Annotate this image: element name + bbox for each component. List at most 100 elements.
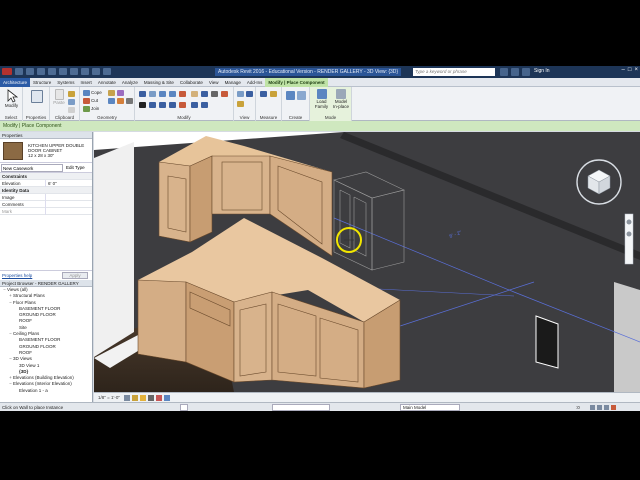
identity-data-section[interactable]: Identity Data — [0, 187, 92, 194]
instance-filter-select[interactable]: New Casework — [1, 164, 63, 172]
tab-add-ins[interactable]: Add-Ins — [244, 78, 266, 87]
shadows-icon[interactable] — [148, 395, 154, 401]
elevation-input[interactable]: 6' 0" — [45, 180, 57, 187]
detail-level-icon[interactable] — [124, 395, 130, 401]
visual-style-icon[interactable] — [132, 395, 138, 401]
user-icon[interactable] — [522, 68, 530, 76]
split-face-icon[interactable] — [108, 98, 115, 104]
select-links-icon[interactable] — [590, 405, 595, 410]
open-icon[interactable] — [15, 68, 23, 75]
close-icon[interactable]: × — [634, 67, 638, 73]
split-icon[interactable] — [179, 91, 186, 97]
hide-icon[interactable] — [237, 91, 244, 97]
tab-massing-site[interactable]: Massing & Site — [141, 78, 177, 87]
tab-structure[interactable]: Structure — [30, 78, 54, 87]
tab-manage[interactable]: Manage — [222, 78, 244, 87]
maximize-icon[interactable]: □ — [628, 67, 632, 73]
cut-clip-icon[interactable] — [68, 91, 75, 97]
tab-annotate[interactable]: Annotate — [95, 78, 119, 87]
3d-view-icon[interactable] — [92, 68, 100, 75]
3d-viewport[interactable]: 8' - 2" — [94, 132, 640, 392]
comments-row[interactable]: Comments — [0, 201, 92, 208]
search-input[interactable]: Type a keyword or phrase — [413, 68, 495, 76]
trim-extend-icon[interactable] — [191, 102, 198, 108]
model-inplace-button[interactable]: Model In-place — [332, 89, 350, 109]
copy-icon[interactable] — [68, 99, 75, 105]
type-selector[interactable]: KITCHEN UPPER DOUBLE DOOR CABINET 12 x 2… — [0, 139, 92, 163]
cut-label[interactable]: Cut — [91, 98, 98, 103]
edit-icon[interactable] — [126, 98, 133, 104]
tab-systems[interactable]: Systems — [54, 78, 77, 87]
extend-icon[interactable] — [201, 102, 208, 108]
cope-icon[interactable] — [83, 90, 90, 96]
mirror-draw-icon[interactable] — [169, 91, 176, 97]
offset-icon[interactable] — [149, 91, 156, 97]
linework-icon[interactable] — [237, 101, 244, 107]
tab-insert[interactable]: Insert — [78, 78, 95, 87]
browser-node[interactable]: Elevation 1 - a — [0, 388, 92, 394]
apply-button[interactable]: Apply — [62, 272, 88, 279]
demolish-icon[interactable] — [117, 98, 124, 104]
mark-row[interactable]: Mark — [0, 208, 92, 215]
star-icon[interactable] — [511, 68, 519, 76]
tab-analyze[interactable]: Analyze — [119, 78, 141, 87]
cut-icon[interactable] — [83, 98, 90, 104]
text-icon[interactable] — [81, 68, 89, 75]
properties-button[interactable] — [27, 90, 46, 103]
view-scale[interactable]: 1/8" = 1'-0" — [98, 395, 120, 400]
tab-collaborate[interactable]: Collaborate — [177, 78, 206, 87]
image-row[interactable]: Image — [0, 194, 92, 201]
array-icon[interactable] — [191, 91, 198, 97]
render-icon[interactable] — [156, 395, 162, 401]
constraints-section[interactable]: Constraints — [0, 173, 92, 180]
unpin-icon[interactable] — [221, 91, 228, 97]
design-option-field[interactable]: Main Model — [400, 404, 460, 411]
modify-button[interactable]: Modify — [2, 89, 21, 108]
minimize-icon[interactable]: – — [622, 67, 625, 73]
tab-modify-place-component[interactable]: Modify | Place Component — [265, 77, 328, 87]
filter-icon[interactable] — [611, 405, 616, 410]
mirror-axis-icon[interactable] — [159, 91, 166, 97]
sign-in-link[interactable]: Sign In — [534, 68, 550, 74]
join-icon[interactable] — [83, 106, 90, 112]
workset-icon[interactable] — [180, 404, 188, 411]
join-label[interactable]: Join — [91, 106, 99, 111]
create-assembly-icon[interactable] — [286, 91, 295, 100]
tab-architecture[interactable]: Architecture — [0, 77, 31, 87]
rotate-icon[interactable] — [159, 102, 166, 108]
revit-logo-icon[interactable] — [2, 68, 12, 75]
cope-label[interactable]: Cope — [91, 90, 102, 95]
delete-icon[interactable] — [179, 102, 186, 108]
scale-icon[interactable] — [201, 91, 208, 97]
save-icon[interactable] — [26, 68, 34, 75]
sun-path-icon[interactable] — [140, 395, 146, 401]
section-icon[interactable] — [103, 68, 111, 75]
wall-joins-icon[interactable] — [108, 90, 115, 96]
match-icon[interactable] — [68, 107, 75, 113]
dimension-icon[interactable] — [270, 91, 277, 97]
3d-scene[interactable]: 8' - 2" — [94, 132, 640, 392]
load-family-button[interactable]: Load Family — [313, 89, 330, 109]
paste-button[interactable]: Paste — [53, 89, 65, 105]
workset-field[interactable] — [272, 404, 330, 411]
trim-icon[interactable] — [169, 102, 176, 108]
override-icon[interactable] — [246, 91, 253, 97]
paint-icon[interactable] — [117, 90, 124, 96]
tab-view[interactable]: View — [206, 78, 222, 87]
measure-icon[interactable] — [70, 68, 78, 75]
properties-help-link[interactable]: Properties help — [2, 273, 32, 278]
copy-element-icon[interactable] — [149, 102, 156, 108]
print-icon[interactable] — [59, 68, 67, 75]
move-icon[interactable] — [139, 102, 146, 108]
select-underlay-icon[interactable] — [597, 405, 602, 410]
crop-icon[interactable] — [164, 395, 170, 401]
undo-icon[interactable] — [37, 68, 45, 75]
measure-distance-icon[interactable] — [260, 91, 267, 97]
redo-icon[interactable] — [48, 68, 56, 75]
edit-type-button[interactable]: Edit Type — [66, 165, 85, 170]
pin-icon[interactable] — [211, 91, 218, 97]
search-icon[interactable] — [500, 68, 508, 76]
align-icon[interactable] — [139, 91, 146, 97]
create-parts-icon[interactable] — [297, 91, 306, 100]
select-pinned-icon[interactable] — [604, 405, 609, 410]
